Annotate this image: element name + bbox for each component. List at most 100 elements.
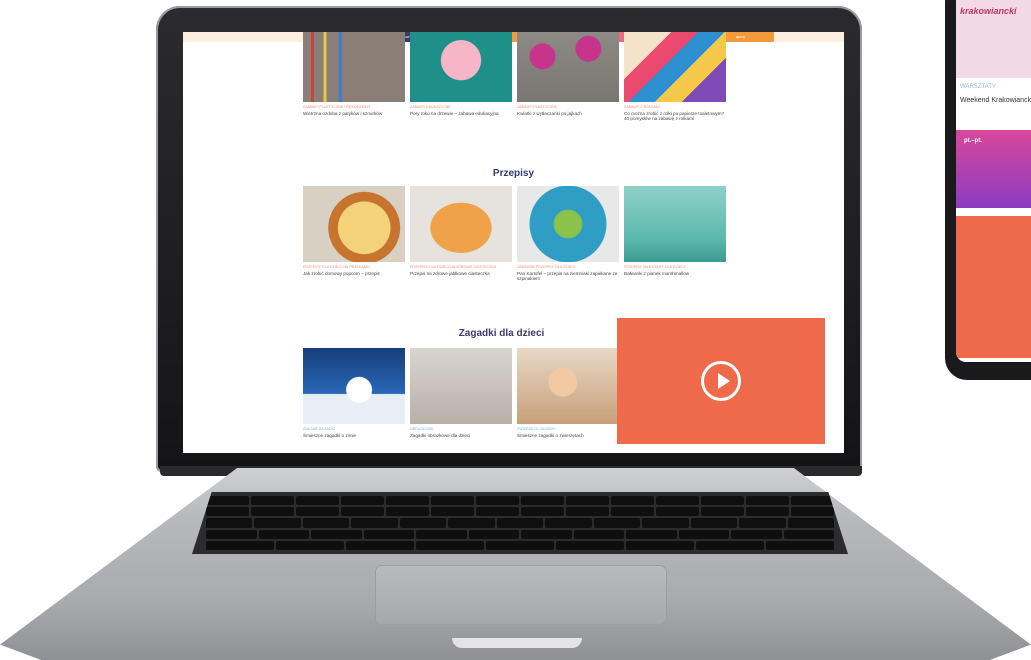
article-category[interactable]: ZABAWY PLASTYCZNE	[517, 105, 619, 109]
article-thumbnail[interactable]	[410, 348, 512, 424]
keyboard-key	[521, 529, 572, 539]
keyboard-key	[678, 529, 729, 539]
keyboard-key	[296, 496, 339, 506]
top-cards-row: ZABAWY PLASTYCZNE I RĘKODZIEŁO Wietrzna o…	[303, 32, 726, 122]
keyboard-key	[416, 540, 484, 550]
keyboard-key	[431, 507, 474, 517]
phone-card-date: pt.–pt.	[964, 138, 982, 144]
keyboard-key	[766, 540, 834, 550]
riddles-row: ZIMOWE ZAGADKI Śmieszne zagadki o zimie OB…	[303, 348, 619, 438]
keyboard-row	[206, 507, 834, 517]
keyboard-key	[431, 496, 474, 506]
article-thumbnail[interactable]	[410, 186, 512, 262]
article-thumbnail[interactable]	[517, 186, 619, 262]
keyboard-key	[690, 518, 738, 528]
keyboard-key	[611, 496, 654, 506]
keyboard	[192, 492, 848, 554]
article-card[interactable]: ZWIERZĘCE ZAGADKI Śmieszne zagadki o zwie…	[517, 348, 619, 438]
article-category[interactable]: ZABAWY PLASTYCZNE I RĘKODZIEŁO	[303, 105, 405, 109]
keyboard-key	[206, 540, 274, 550]
article-card[interactable]: ZABAWNE PRZEPISY DLA DZIECI Pan Kartofel …	[517, 186, 619, 282]
article-card[interactable]: ZIMOWE ZAGADKI Śmieszne zagadki o zimie	[303, 348, 405, 438]
article-thumbnail[interactable]	[624, 32, 726, 102]
keyboard-row	[206, 496, 834, 506]
article-category[interactable]: ZABAWNE PRZEPISY DLA DZIECI	[517, 265, 619, 269]
keyboard-key	[416, 529, 467, 539]
keyboard-key	[448, 518, 495, 528]
article-title[interactable]: Co można zrobić z rolki po papierze toal…	[624, 111, 726, 122]
keyboard-key	[206, 496, 249, 506]
article-thumbnail[interactable]	[517, 32, 619, 102]
article-thumbnail[interactable]	[517, 348, 619, 424]
article-title[interactable]: Śmieszne zagadki o zwierzętach	[517, 433, 619, 438]
keyboard-key	[251, 496, 294, 506]
article-thumbnail[interactable]	[303, 348, 405, 424]
keyboard-key	[351, 518, 398, 528]
keyboard-key	[521, 496, 564, 506]
keyboard-key	[656, 496, 699, 506]
article-category[interactable]: ZABAWY Z ROLKAMI	[624, 105, 726, 109]
keyboard-key	[791, 496, 834, 506]
keyboard-key	[251, 507, 294, 517]
keyboard-key	[696, 540, 764, 550]
phone-video-block[interactable]	[956, 216, 1031, 358]
video-player[interactable]	[617, 318, 825, 444]
laptop-screen: wydarzeniakonkursydla dziecidla rodziców…	[183, 32, 844, 453]
keyboard-key	[611, 507, 654, 517]
keyboard-key	[468, 529, 519, 539]
play-icon[interactable]	[701, 361, 741, 401]
article-card[interactable]: ZABAWY Z ROLKAMI Co można zrobić z rolki …	[624, 32, 726, 122]
article-category[interactable]: PRZEPISY NA DESERY DLA DZIECI	[624, 265, 726, 269]
article-thumbnail[interactable]	[624, 186, 726, 262]
keyboard-key	[701, 507, 744, 517]
keyboard-key	[521, 507, 564, 517]
keyboard-key	[656, 507, 699, 517]
article-card[interactable]: PRZEPISY NA DESERY DLA DZIECI Bałwanki z …	[624, 186, 726, 282]
keyboard-key	[399, 518, 447, 528]
article-title[interactable]: Pory roku na drzewie – zabawa edukacyjna	[410, 111, 512, 116]
article-category[interactable]: ZWIERZĘCE ZAGADKI	[517, 427, 619, 431]
article-card[interactable]: ZABAWY PLASTYCZNE I RĘKODZIEŁO Wietrzna o…	[303, 32, 405, 122]
article-title[interactable]: Pan Kartofel – przepis na ziemniaki zapi…	[517, 271, 619, 282]
article-card[interactable]: OBRAZKOWE Zagadki obrazkowe dla dzieci	[410, 348, 512, 438]
article-category[interactable]: PRZEPISY DLA DZIECI NA PRZEKĄSKI	[303, 265, 405, 269]
keyboard-key	[496, 518, 544, 528]
article-category[interactable]: PRZEPISY DLA DZIECI NA ZDROWE CIASTECZKA	[410, 265, 512, 269]
article-category[interactable]: ZABAWY EDUKACYJNE	[410, 105, 512, 109]
keyboard-key	[476, 507, 519, 517]
keyboard-key	[346, 540, 414, 550]
keyboard-key	[642, 518, 689, 528]
keyboard-row	[206, 540, 834, 550]
keyboard-key	[386, 507, 429, 517]
keyboard-key	[746, 507, 789, 517]
keyboard-key	[296, 507, 339, 517]
phone-title[interactable]: Weekend Krakowiancki MIT	[960, 96, 1031, 105]
phone-card[interactable]: pt.–pt.	[956, 130, 1031, 208]
keyboard-key	[206, 518, 253, 528]
article-card[interactable]: PRZEPISY DLA DZIECI NA PRZEKĄSKI Jak zrob…	[303, 186, 405, 282]
keyboard-key	[626, 529, 677, 539]
article-card[interactable]: ZABAWY EDUKACYJNE Pory roku na drzewie – …	[410, 32, 512, 122]
phone-screen: krakowiancki WARSZTATY Weekend Krakowian…	[956, 0, 1031, 362]
keyboard-key	[486, 540, 554, 550]
article-title[interactable]: Jak zrobić domowy popcorn – przepis	[303, 271, 405, 276]
keyboard-key	[566, 507, 609, 517]
article-category[interactable]: ZIMOWE ZAGADKI	[303, 427, 405, 431]
article-thumbnail[interactable]	[303, 186, 405, 262]
article-thumbnail[interactable]	[303, 32, 405, 102]
article-category[interactable]: OBRAZKOWE	[410, 427, 512, 431]
keyboard-key	[746, 496, 789, 506]
article-thumbnail[interactable]	[410, 32, 512, 102]
article-title[interactable]: Śmieszne zagadki o zimie	[303, 433, 405, 438]
keyboard-key	[476, 496, 519, 506]
article-title[interactable]: Bałwanki z pianek marshmallow	[624, 271, 726, 276]
article-title[interactable]: Wietrzna ozdoba z patyków i sznurków	[303, 111, 405, 116]
keyboard-key	[276, 540, 344, 550]
article-title[interactable]: Przepis na zdrowe jabłkowe ciasteczka	[410, 271, 512, 276]
keyboard-key	[791, 507, 834, 517]
article-card[interactable]: PRZEPISY DLA DZIECI NA ZDROWE CIASTECZKA…	[410, 186, 512, 282]
article-title[interactable]: Zagadki obrazkowe dla dzieci	[410, 433, 512, 438]
phone-banner[interactable]: krakowiancki	[956, 0, 1031, 78]
article-title[interactable]: Kwiatki z wytłaczanki po jajkach	[517, 111, 619, 116]
article-card[interactable]: ZABAWY PLASTYCZNE Kwiatki z wytłaczanki p…	[517, 32, 619, 122]
